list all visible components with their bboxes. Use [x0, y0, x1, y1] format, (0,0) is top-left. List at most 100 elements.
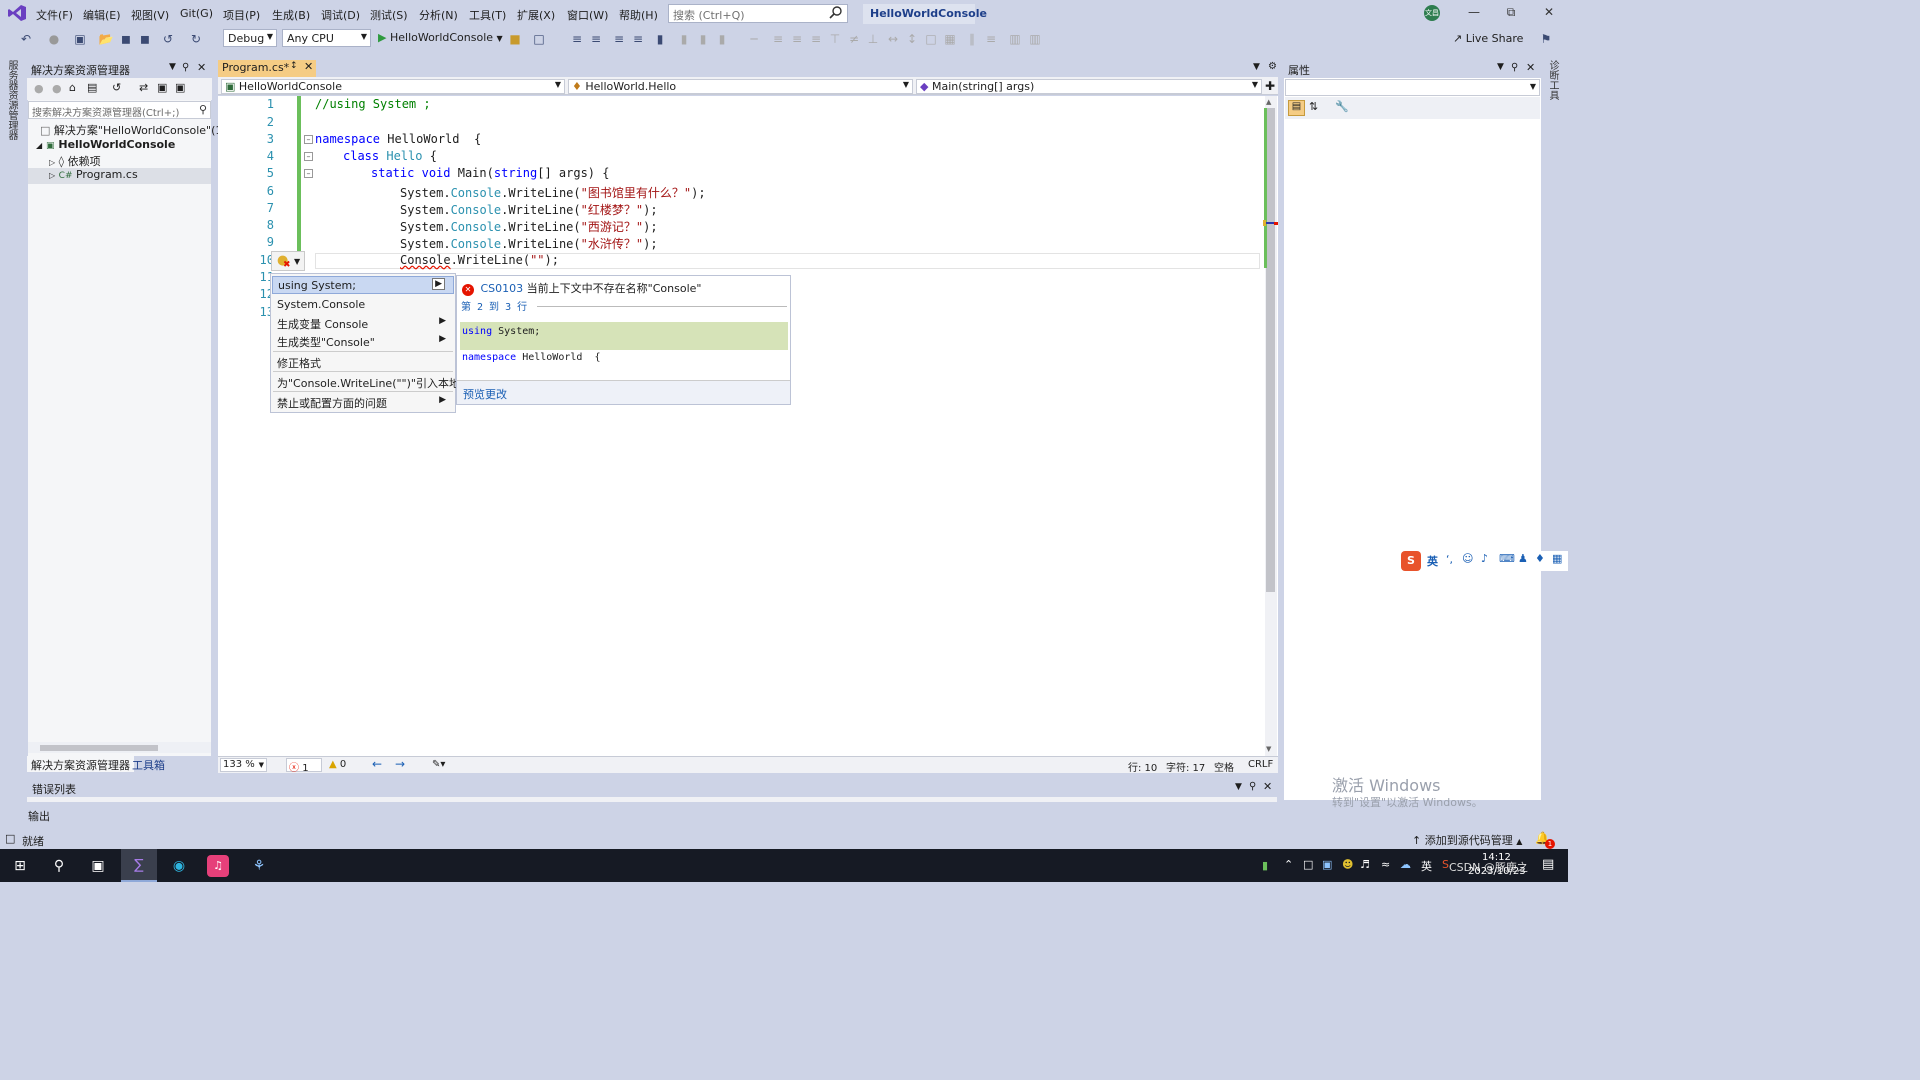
- grid-icon[interactable]: ▦: [1552, 552, 1562, 565]
- home-icon[interactable]: ⌂: [69, 81, 76, 94]
- align-right-icon[interactable]: ≡: [808, 31, 824, 47]
- diagnostic-tools-tab[interactable]: 诊断工具: [1547, 60, 1560, 100]
- fold-toggle-icon[interactable]: –: [304, 169, 313, 178]
- pending-changes-icon[interactable]: ↺: [112, 81, 121, 94]
- minimize-icon[interactable]: —: [1464, 5, 1484, 21]
- menu-extensions[interactable]: 扩展(X): [517, 7, 555, 23]
- action-using-system[interactable]: using System; ▶: [272, 276, 454, 294]
- tree-project[interactable]: ◢ ▣ HelloWorldConsole: [28, 138, 211, 154]
- tree-solution[interactable]: □ 解决方案"HelloWorldConsole"(1: [28, 122, 222, 138]
- scroll-up-icon[interactable]: ▲: [1266, 98, 1271, 106]
- screen-icon[interactable]: □: [531, 31, 547, 47]
- error-count-button[interactable]: ⓧ 1: [286, 758, 322, 774]
- chevron-down-icon[interactable]: ▼: [1497, 62, 1504, 72]
- show-all-files-icon[interactable]: ▣: [175, 81, 185, 94]
- open-folder-icon[interactable]: 📂: [98, 31, 114, 47]
- menu-debug[interactable]: 调试(D): [321, 7, 360, 23]
- next-bookmark-icon[interactable]: ▮: [695, 31, 711, 47]
- tray-window-icon[interactable]: □: [1303, 858, 1313, 871]
- close-icon[interactable]: ✕: [1539, 5, 1559, 21]
- pin-icon[interactable]: ↕: [290, 61, 298, 71]
- mic-icon[interactable]: ♪: [1481, 552, 1488, 565]
- close-panel-icon[interactable]: ✕: [1526, 61, 1535, 74]
- tray-cloud-icon[interactable]: ☁: [1400, 858, 1411, 871]
- prev-bookmark-icon[interactable]: ▮: [676, 31, 692, 47]
- chevron-down-icon[interactable]: ▼: [1253, 62, 1260, 72]
- ime-indicator[interactable]: 英: [1421, 858, 1432, 874]
- restore-icon[interactable]: ⧉: [1501, 5, 1521, 21]
- code-line-4[interactable]: class Hello {: [343, 149, 437, 163]
- sync-icon[interactable]: ⇄: [139, 81, 148, 94]
- align-bottom-icon[interactable]: ⊥: [865, 31, 881, 47]
- prev-issue-icon[interactable]: ←: [372, 757, 382, 771]
- solution-hscroll[interactable]: [28, 742, 211, 753]
- gear-icon[interactable]: ⚙: [1268, 61, 1277, 72]
- sogou-logo-icon[interactable]: S: [1401, 551, 1421, 571]
- submenu-arrow-icon[interactable]: ▶: [432, 278, 445, 290]
- split-editor-icon[interactable]: ✚: [1265, 79, 1275, 93]
- action-system-console[interactable]: System.Console: [272, 296, 454, 314]
- switch-view-icon[interactable]: ▤: [87, 81, 97, 94]
- server-explorer-tab[interactable]: 服务器资源管理器: [6, 60, 19, 140]
- quick-actions-button[interactable]: ● ✖ ▼: [271, 251, 305, 271]
- hspace-icon[interactable]: ∥: [964, 31, 980, 47]
- redo-icon[interactable]: ↻: [188, 31, 204, 47]
- same-height-icon[interactable]: ↕: [904, 31, 920, 47]
- add-to-source-control-button[interactable]: ↑ 添加到源代码管理 ▲: [1412, 832, 1522, 848]
- battery-icon[interactable]: ▮: [1262, 859, 1268, 872]
- notification-center-icon[interactable]: ▤: [1542, 857, 1554, 872]
- menu-analyze[interactable]: 分析(N): [419, 7, 458, 23]
- pin-icon[interactable]: ⚲: [182, 62, 189, 73]
- config-dropdown[interactable]: Debug ▼: [223, 29, 277, 47]
- live-share-button[interactable]: ↗ Live Share: [1453, 32, 1523, 45]
- clock-date[interactable]: 2023/10/23: [1468, 866, 1526, 877]
- save-icon[interactable]: ◼: [118, 31, 134, 47]
- avatar[interactable]: 文昌: [1424, 5, 1440, 21]
- property-pages-icon[interactable]: 🔧: [1335, 100, 1349, 113]
- code-editor[interactable]: [218, 96, 1278, 756]
- step-over-icon[interactable]: ≡: [588, 31, 604, 47]
- scroll-down-icon[interactable]: ▼: [1266, 745, 1271, 753]
- align-center-icon[interactable]: ≡: [789, 31, 805, 47]
- edge-browser-icon[interactable]: ◉: [167, 854, 191, 878]
- ime-lang-indicator[interactable]: 英: [1427, 553, 1438, 569]
- volume-icon[interactable]: ♬: [1360, 858, 1370, 871]
- tree-dependencies[interactable]: ▷ ◊ 依赖项: [28, 153, 211, 169]
- paint-app-icon[interactable]: ⚘: [247, 854, 271, 878]
- close-tab-icon[interactable]: ✕: [304, 60, 313, 73]
- nav-member-dropdown[interactable]: ◆ Main(string[] args) ▼: [916, 79, 1262, 94]
- action-generate-variable[interactable]: 生成变量 Console ▶: [272, 314, 454, 332]
- nav-project-dropdown[interactable]: ▣ HelloWorldConsole ▼: [221, 79, 565, 94]
- code-line-6[interactable]: System.Console.WriteLine("图书馆里有什么？");: [400, 184, 706, 201]
- align-top-icon[interactable]: ⊤: [827, 31, 843, 47]
- error-list-panel-header[interactable]: 错误列表 ▼ ⚲ ✕: [27, 779, 1277, 797]
- size-to-grid-icon[interactable]: ▦: [942, 31, 958, 47]
- action-suppress[interactable]: 禁止或配置方面的问题 ▶: [272, 393, 454, 411]
- menu-edit[interactable]: 编辑(E): [83, 7, 121, 23]
- send-back-icon[interactable]: ▥: [1027, 31, 1043, 47]
- new-project-icon[interactable]: ▣: [72, 31, 88, 47]
- pin-icon[interactable]: ⚲: [1511, 62, 1518, 73]
- clock-time[interactable]: 14:12: [1482, 852, 1511, 863]
- search-input[interactable]: 搜索 (Ctrl+Q): [668, 4, 848, 23]
- feedback-icon[interactable]: ⚑: [1538, 31, 1554, 47]
- code-line-8[interactable]: System.Console.WriteLine("西游记？");: [400, 218, 658, 235]
- tray-smile-icon[interactable]: ☻: [1342, 858, 1353, 871]
- forward-icon[interactable]: ●: [46, 31, 62, 47]
- next-issue-icon[interactable]: →: [395, 757, 405, 771]
- action-introduce-local[interactable]: 为"Console.WriteLine("")"引入本地: [272, 373, 460, 391]
- indent-mode[interactable]: 空格: [1214, 759, 1234, 774]
- menu-git[interactable]: Git(G): [180, 7, 213, 20]
- menu-tools[interactable]: 工具(T): [469, 7, 506, 23]
- align-middle-icon[interactable]: ≠: [846, 31, 862, 47]
- solution-search-input[interactable]: 搜索解决方案资源管理器(Ctrl+;) ⚲: [28, 101, 211, 119]
- categorized-icon[interactable]: ▤: [1288, 100, 1305, 116]
- menu-file[interactable]: 文件(F): [36, 7, 73, 23]
- code-line-5[interactable]: static void Main(string[] args) {: [371, 166, 609, 180]
- close-panel-icon[interactable]: ✕: [197, 61, 206, 74]
- chevron-up-icon[interactable]: ⌃: [1284, 858, 1293, 871]
- output-tab[interactable]: 输出: [27, 808, 67, 823]
- windows-start-icon[interactable]: ⊞: [8, 854, 32, 878]
- code-cleanup-icon[interactable]: ✎▾: [432, 759, 445, 770]
- tab-solution-explorer[interactable]: 解决方案资源管理器: [27, 756, 134, 772]
